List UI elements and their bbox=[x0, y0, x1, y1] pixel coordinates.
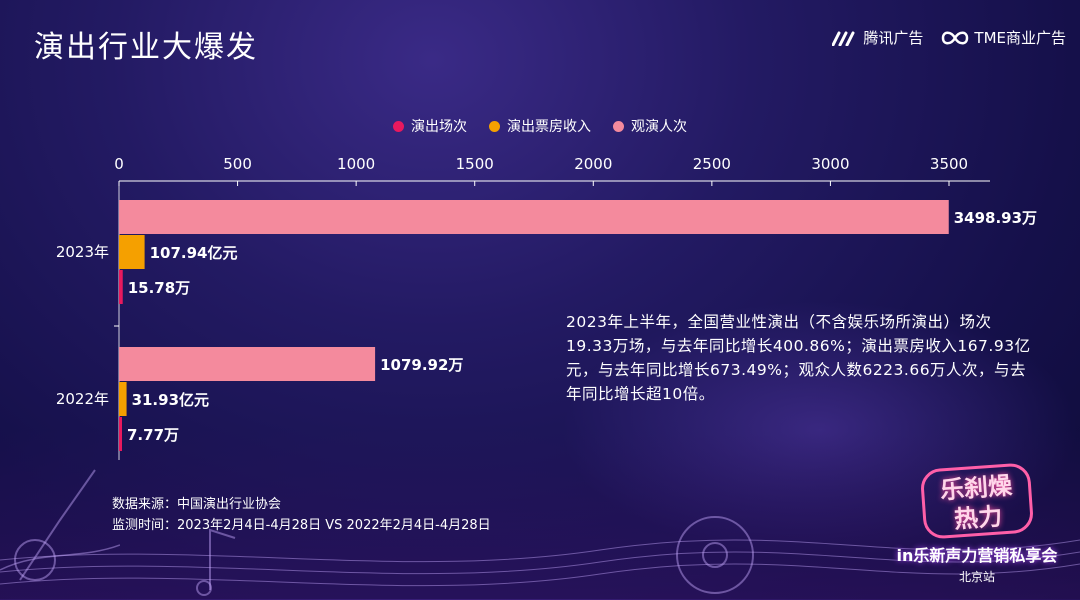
x-tick-label: 0 bbox=[114, 155, 124, 173]
bar-data-label: 15.78万 bbox=[128, 279, 190, 297]
x-tick-label: 3500 bbox=[930, 155, 968, 173]
bar-2-0 bbox=[119, 200, 949, 234]
bar-1-0 bbox=[119, 235, 145, 269]
bar-2-1 bbox=[119, 347, 376, 381]
x-tick-label: 2500 bbox=[693, 155, 731, 173]
x-tick-label: 1000 bbox=[337, 155, 375, 173]
bar-data-label: 3498.93万 bbox=[954, 209, 1037, 227]
y-category-label: 2022年 bbox=[56, 390, 109, 408]
event-badge: 乐刹燥 热力 in乐新声力营销私享会 北京站 bbox=[892, 462, 1062, 591]
summary-text: 2023年上半年，全国营业性演出（不含娱乐场所演出）场次19.33万场，与去年同… bbox=[566, 313, 1031, 403]
event-city: 北京站 bbox=[958, 570, 995, 584]
event-logo: 乐刹燥 热力 bbox=[919, 462, 1035, 540]
bar-data-label: 1079.92万 bbox=[380, 356, 463, 374]
x-tick-label: 500 bbox=[223, 155, 252, 173]
x-tick-label: 2000 bbox=[574, 155, 612, 173]
monitoring-period-line: 监测时间：2023年2月4日-4月28日 VS 2022年2月4日-4月28日 bbox=[112, 518, 491, 533]
data-source: 数据来源：中国演出行业协会 监测时间：2023年2月4日-4月28日 VS 20… bbox=[112, 494, 491, 536]
event-name: in乐新声力营销私享会 bbox=[896, 546, 1058, 565]
bar-data-label: 107.94亿元 bbox=[150, 244, 238, 262]
bar-data-label: 31.93亿元 bbox=[132, 391, 209, 409]
source-line: 数据来源：中国演出行业协会 bbox=[112, 497, 282, 512]
bar-data-label: 7.77万 bbox=[127, 426, 179, 444]
x-tick-label: 1500 bbox=[456, 155, 494, 173]
bar-1-1 bbox=[119, 382, 127, 416]
bar-0-0 bbox=[119, 270, 123, 304]
x-tick-label: 3000 bbox=[811, 155, 849, 173]
y-category-label: 2023年 bbox=[56, 243, 109, 261]
bar-0-1 bbox=[119, 417, 122, 451]
